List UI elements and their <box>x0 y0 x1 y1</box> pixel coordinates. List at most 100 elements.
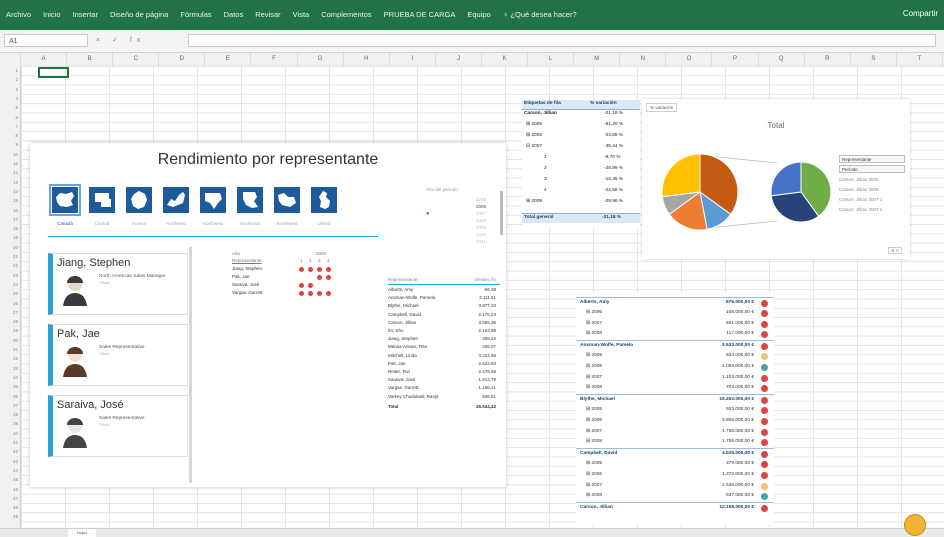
row-header-21[interactable]: 21 <box>0 252 20 261</box>
row-header-14[interactable]: 14 <box>0 187 20 196</box>
table-rep-name[interactable]: Vargas, Garrett <box>388 385 418 390</box>
state-button-northwest[interactable] <box>200 187 226 213</box>
table-header-rep[interactable]: Representante <box>388 277 418 282</box>
row-header-45[interactable]: 45 <box>0 475 20 484</box>
legend-item[interactable]: Carson, Jillian 2007 2 <box>839 207 882 212</box>
pie-charts[interactable] <box>642 99 842 259</box>
pivot-row-labels-header[interactable]: Etiquetas de fila <box>524 101 561 106</box>
pivot-row-label[interactable]: Carson, Jillian <box>524 111 557 116</box>
pivot2-row[interactable]: ⊞ 2007 1.638.000,00 € <box>576 481 774 491</box>
pivot-row-label[interactable]: 4 <box>544 188 547 193</box>
pie1-slice[interactable] <box>661 153 701 198</box>
row-header-13[interactable]: 13 <box>0 178 20 187</box>
column-header-R[interactable]: R <box>805 53 851 66</box>
state-button-central[interactable] <box>89 187 115 213</box>
year-item-2010[interactable]: 2010 <box>476 232 486 237</box>
rep-value-table[interactable]: Representante Destino fin Alberts, Amy 66… <box>388 277 500 457</box>
pivot2-row[interactable]: ⊞ 2007 1.103.000,00 € <box>576 373 774 383</box>
year-timeline[interactable]: Año del período ● 2005 2006 2007 2008 2009 20… <box>426 187 506 281</box>
cards-scrollbar[interactable] <box>189 247 192 483</box>
row-header-25[interactable]: 25 <box>0 289 20 298</box>
table-scrollbar[interactable] <box>500 193 503 235</box>
column-header-F[interactable]: F <box>252 53 298 66</box>
row-header-4[interactable]: 4 <box>0 94 20 103</box>
row-header-40[interactable]: 40 <box>0 429 20 438</box>
pivot-row-label[interactable]: ⊟ 2007 <box>526 144 542 149</box>
row-header-23[interactable]: 23 <box>0 271 20 280</box>
year-item-2009[interactable]: 2009 <box>476 225 486 230</box>
state-button-northeast[interactable] <box>163 187 189 213</box>
row-header-11[interactable]: 11 <box>0 159 20 168</box>
ribbon-tab-4[interactable]: Fórmulas <box>180 10 211 22</box>
column-header-K[interactable]: K <box>482 53 529 66</box>
table-rep-name[interactable]: Alberts, Amy <box>388 287 413 292</box>
formula-input[interactable] <box>188 34 936 47</box>
row-header-37[interactable]: 37 <box>0 401 20 410</box>
row-header-5[interactable]: 5 <box>0 103 20 112</box>
pivot2-row[interactable]: ⊞ 2008 1.758.000,00 € <box>576 437 774 447</box>
row-header-31[interactable]: 31 <box>0 345 20 354</box>
column-header-C[interactable]: C <box>113 53 160 66</box>
row-header-36[interactable]: 36 <box>0 392 20 401</box>
pivot-table-variation[interactable]: Etiquetas de fila % variación Carson, Ji… <box>522 100 640 228</box>
row-header-9[interactable]: 9 <box>0 140 20 149</box>
column-header-H[interactable]: H <box>344 53 390 66</box>
pivot2-row[interactable]: ⊞ 2006 108.000,00 € <box>576 308 774 318</box>
column-header-I[interactable]: I <box>390 53 436 66</box>
row-header-6[interactable]: 6 <box>0 113 20 122</box>
row-header-7[interactable]: 7 <box>0 122 20 131</box>
ribbon-tab-0[interactable]: Archivo <box>6 10 31 22</box>
ribbon-tab-1[interactable]: Inicio <box>43 10 61 22</box>
row-header-33[interactable]: 33 <box>0 364 20 373</box>
table-rep-name[interactable]: Blythe, Michael <box>388 303 419 308</box>
year-item-2006[interactable]: 2006 <box>476 204 486 209</box>
row-header-47[interactable]: 47 <box>0 494 20 503</box>
column-header-L[interactable]: L <box>528 53 575 66</box>
ribbon-tab-5[interactable]: Datos <box>224 10 244 22</box>
pivot-row-label[interactable]: 1 <box>544 155 547 160</box>
row-header-41[interactable]: 41 <box>0 438 20 447</box>
table-rep-name[interactable]: Campbell, David <box>388 312 421 317</box>
state-button-united[interactable] <box>311 187 337 213</box>
column-header-E[interactable]: E <box>205 53 252 66</box>
table-rep-name[interactable]: Mensa-Annan, Tete <box>388 344 427 349</box>
pivot2-row[interactable]: ⊞ 2008 117.000,00 € <box>576 329 774 339</box>
state-button-canadá[interactable] <box>49 184 81 216</box>
pivot2-row[interactable]: ⊞ 2006 1.372.000,00 € <box>576 470 774 480</box>
pivot2-row[interactable]: ⊞ 2008 637.000,00 € <box>576 491 774 501</box>
legend-item[interactable]: Carson, Jillian 2006 <box>839 187 879 192</box>
pivot-row-label[interactable]: 3 <box>544 177 547 182</box>
legend-field-representative[interactable]: Representante <box>839 155 905 163</box>
rep-card[interactable]: Saraiva, José Sales Representative Título <box>48 395 188 457</box>
column-header-Q[interactable]: Q <box>759 53 805 66</box>
ribbon-tab-2[interactable]: Insertar <box>73 10 98 22</box>
column-header-B[interactable]: B <box>67 53 114 66</box>
pivot2-row[interactable]: ⊞ 2007 601.000,00 € <box>576 319 774 329</box>
ribbon-tab-11[interactable]: ♀ ¿Qué desea hacer? <box>503 10 577 22</box>
row-header-49[interactable]: 49 <box>0 512 20 521</box>
row-header-10[interactable]: 10 <box>0 150 20 159</box>
pivot-table-sales[interactable]: Alberts, Amy 876.000,00 € ⊞ 2006 108.000,00… <box>576 293 774 525</box>
row-header-42[interactable]: 42 <box>0 447 20 456</box>
ribbon-tab-3[interactable]: Diseño de página <box>110 10 168 22</box>
row-header-43[interactable]: 43 <box>0 457 20 466</box>
row-header-20[interactable]: 20 <box>0 243 20 252</box>
pivot-row-label[interactable]: ⊞ 2008 <box>526 199 542 204</box>
ribbon-tab-8[interactable]: Complementos <box>321 10 371 22</box>
rep-card[interactable]: Jiang, Stephen North American Sales Manag… <box>48 253 188 315</box>
row-header-22[interactable]: 22 <box>0 261 20 270</box>
row-header-15[interactable]: 15 <box>0 196 20 205</box>
pivot-variation-header[interactable]: % variación <box>590 101 617 106</box>
table-rep-name[interactable]: Varkey Chudukatil, Ranjit <box>388 394 438 399</box>
column-header-S[interactable]: S <box>851 53 897 66</box>
row-header-48[interactable]: 48 <box>0 503 20 512</box>
state-button-southeast[interactable] <box>237 187 263 213</box>
rep-card[interactable]: Pak, Jae Sales Representative Título <box>48 324 188 386</box>
row-header-39[interactable]: 39 <box>0 419 20 428</box>
share-button[interactable]: Compartir <box>903 9 938 18</box>
legend-item[interactable]: Carson, Jillian 2005 <box>839 177 879 182</box>
table-rep-name[interactable]: Reiter, Tsvi <box>388 369 410 374</box>
row-header-1[interactable]: 1 <box>0 66 20 75</box>
column-header-M[interactable]: M <box>574 53 621 66</box>
year-item-2007[interactable]: 2007 <box>476 211 486 216</box>
